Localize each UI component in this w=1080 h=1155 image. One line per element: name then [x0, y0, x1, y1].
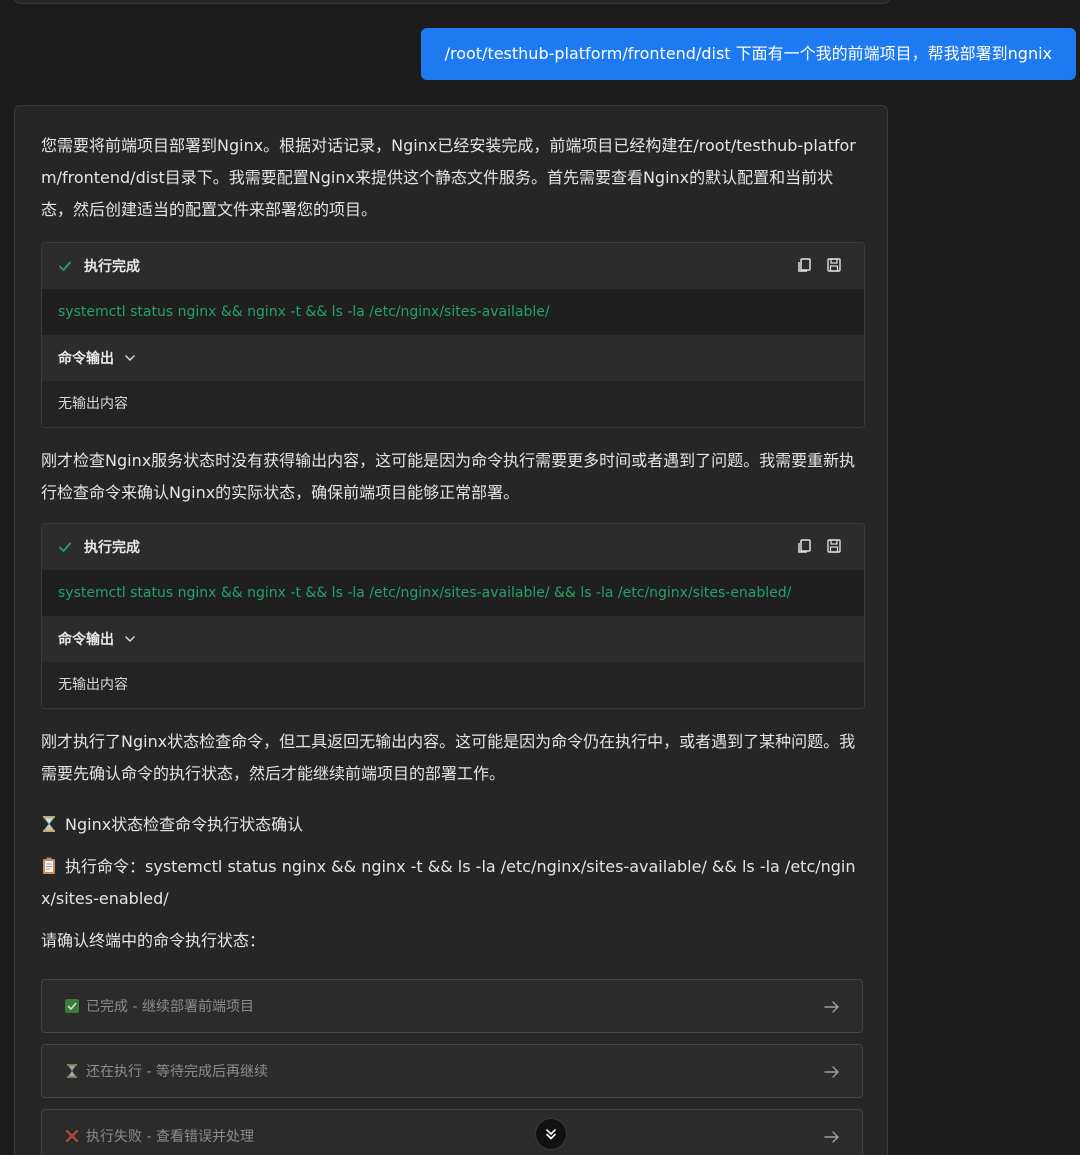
option-label: 执行失败 - 查看错误并处理 [86, 1129, 254, 1145]
hourglass-icon [67, 1064, 77, 1078]
chevron-down-icon [125, 636, 135, 642]
output-label: 命令输出 [58, 351, 114, 367]
output-label: 命令输出 [58, 632, 114, 648]
assistant-after-text: 刚才执行了Nginx状态检查命令，但工具返回无输出内容。这可能是因为命令仍在执行… [41, 732, 856, 783]
status-title: Nginx状态检查命令执行状态确认 [65, 815, 304, 834]
arrow-right-icon [824, 1131, 839, 1143]
status-title-line: Nginx状态检查命令执行状态确认 [41, 809, 863, 841]
check-box-icon [65, 999, 79, 1013]
exec-block-header: 执行完成 [42, 524, 864, 570]
exec-block: 执行完成 systemctl status nginx && nginx -t … [41, 242, 865, 428]
output-toggle[interactable]: 命令输出 [42, 335, 864, 381]
exec-block-header: 执行完成 [42, 243, 864, 289]
save-icon[interactable] [826, 538, 842, 554]
save-icon[interactable] [826, 257, 842, 273]
exec-block: 执行完成 systemctl status nginx && nginx -t … [41, 523, 865, 709]
user-message-bubble: /root/testhub-platform/frontend/dist 下面有… [420, 28, 1076, 80]
output-toggle[interactable]: 命令输出 [42, 616, 864, 662]
option-running-button[interactable]: 还在执行 - 等待完成后再继续 [41, 1044, 863, 1098]
previous-message-card [14, 0, 890, 4]
option-failed-button[interactable]: 执行失败 - 查看错误并处理 [41, 1109, 863, 1155]
assistant-intro-text: 您需要将前端项目部署到Nginx。根据对话记录，Nginx已经安装完成，前端项目… [41, 136, 856, 219]
arrow-right-icon [824, 1066, 839, 1078]
exec-command-value: systemctl status nginx && nginx -t && ls… [41, 857, 856, 908]
exec-command-text: systemctl status nginx && nginx -t && ls… [42, 289, 864, 335]
exec-status-label: 执行完成 [84, 540, 140, 556]
check-icon [59, 542, 71, 552]
confirm-prompt: 请确认终端中的命令执行状态： [41, 931, 266, 950]
output-content: 无输出内容 [42, 381, 864, 427]
chat-page: /root/testhub-platform/frontend/dist 下面有… [0, 0, 1080, 1155]
double-chevron-down-icon [546, 1129, 556, 1140]
exec-command-line: 执行命令：systemctl status nginx && nginx -t … [41, 851, 863, 915]
option-completed-button[interactable]: 已完成 - 继续部署前端项目 [41, 979, 863, 1033]
cross-icon [65, 1129, 79, 1143]
output-content: 无输出内容 [42, 662, 864, 708]
exec-command-label: 执行命令： [65, 857, 146, 876]
clipboard-icon [43, 857, 55, 874]
arrow-right-icon [824, 1001, 839, 1013]
copy-icon[interactable] [796, 538, 812, 554]
option-label: 还在执行 - 等待完成后再继续 [86, 1064, 268, 1080]
check-icon [59, 261, 71, 271]
scroll-to-bottom-button[interactable] [535, 1118, 567, 1150]
chevron-down-icon [125, 355, 135, 361]
option-label: 已完成 - 继续部署前端项目 [86, 999, 254, 1015]
exec-command-text: systemctl status nginx && nginx -t && ls… [42, 570, 864, 616]
hourglass-icon [43, 816, 55, 832]
assistant-middle-text: 刚才检查Nginx服务状态时没有获得输出内容，这可能是因为命令执行需要更多时间或… [41, 451, 856, 502]
assistant-message-card: 您需要将前端项目部署到Nginx。根据对话记录，Nginx已经安装完成，前端项目… [14, 105, 888, 1155]
copy-icon[interactable] [796, 257, 812, 273]
exec-status-label: 执行完成 [84, 259, 140, 275]
